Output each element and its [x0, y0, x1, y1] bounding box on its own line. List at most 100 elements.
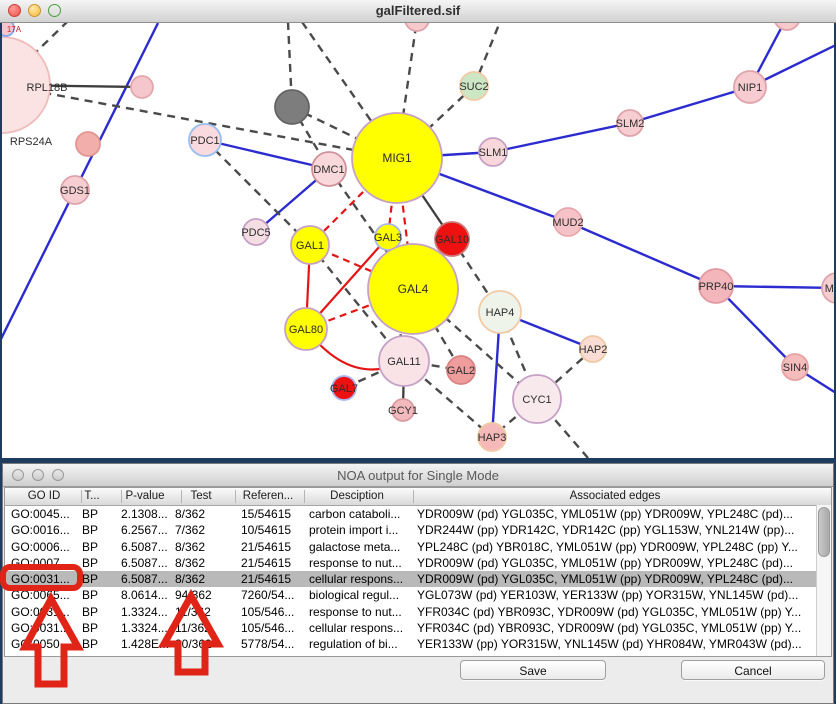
column-separator[interactable]	[121, 490, 122, 503]
cell: 11/362	[175, 621, 211, 635]
cell: 105/546...	[241, 605, 294, 619]
table-row-2[interactable]: GO:0006...BP6.5087...8/36221/54615galact…	[5, 539, 831, 555]
cell: 2.1308...	[121, 507, 168, 521]
cell: 6.2567...	[121, 523, 168, 537]
cell: 21/54615	[241, 556, 291, 570]
desktop: { "network_window": { "title": "galFilte…	[0, 0, 836, 704]
cell: BP	[82, 588, 98, 602]
table-header-row: GO ID T... P-value Test Referen... Desciption…	[5, 488, 831, 506]
node-GRAY[interactable]	[275, 90, 309, 124]
column-separator[interactable]	[413, 490, 414, 503]
cell: YDR244W (pp) YDR142C, YDR142C (pp) YGL15…	[417, 523, 794, 537]
cell: 1.3324...	[121, 621, 168, 635]
cell: 105/546...	[241, 621, 294, 635]
cell: 21/54615	[241, 572, 291, 586]
cell: GO:0007...	[11, 556, 70, 570]
cell: galactose meta...	[309, 540, 400, 554]
column-header-4[interactable]: Referen...	[243, 490, 294, 502]
column-header-2[interactable]: P-value	[126, 490, 165, 502]
column-header-1[interactable]: T...	[84, 490, 99, 502]
node-label-HAP4: HAP4	[486, 307, 515, 319]
cell: BP	[82, 523, 98, 537]
node-label-GAL7: GAL7	[330, 383, 358, 395]
cell: 11/362	[175, 605, 211, 619]
table-row-1[interactable]: GO:0016...BP6.2567...7/36210/54615protei…	[5, 522, 831, 538]
cell: biological regul...	[309, 588, 399, 602]
cell: carbon cataboli...	[309, 507, 400, 521]
node-label-MUD2: MUD2	[552, 217, 583, 229]
node-label-GAL11: GAL11	[387, 356, 420, 368]
node-label-SUC2: SUC2	[459, 81, 488, 93]
cell: BP	[82, 556, 98, 570]
cell: YDR009W (pd) YGL035C, YML051W (pp) YDR00…	[417, 507, 793, 521]
cell: 10/54615	[241, 523, 291, 537]
table-row-7[interactable]: GO:0031... BP 1.3324... 11/362 105/546... cel…	[5, 620, 831, 636]
node-label-GCY1: GCY1	[388, 405, 418, 417]
column-separator[interactable]	[181, 490, 182, 503]
column-header-0[interactable]: GO ID	[28, 490, 61, 502]
cell: response to nut...	[309, 605, 402, 619]
cell: 8/362	[175, 540, 205, 554]
cell: regulation of bi...	[309, 637, 398, 651]
column-header-5[interactable]: Desciption	[330, 490, 384, 502]
node-label-HAP3: HAP3	[478, 432, 507, 444]
cell: YDR009W (pd) YGL035C, YML051W (pp) YDR00…	[417, 556, 793, 570]
cell: protein import i...	[309, 523, 398, 537]
node-label-HAP2: HAP2	[579, 344, 608, 356]
node-label-NIP1: NIP1	[738, 82, 762, 94]
column-separator[interactable]	[304, 490, 305, 503]
cell: GO:0031...	[11, 572, 70, 586]
table-row-3[interactable]: GO:0007...BP6.5087...8/36221/54615respon…	[5, 555, 831, 571]
cell: BP	[82, 621, 98, 635]
node-label-PDC1: PDC1	[190, 135, 219, 147]
column-separator[interactable]	[235, 490, 236, 503]
table-row-8[interactable]: GO:0050...BP1.428E...80/3625778/54...reg…	[5, 636, 831, 652]
cell: 6.5087...	[121, 572, 168, 586]
node-label-GAL4: GAL4	[398, 282, 429, 296]
cell: GO:0045...	[11, 507, 70, 521]
column-header-6[interactable]: Associated edges	[570, 490, 661, 502]
cell: cellular respons...	[309, 621, 403, 635]
cell: GO:0031...	[11, 621, 70, 635]
cell: YFR034C (pd) YBR093C, YDR009W (pd) YGL03…	[417, 621, 801, 635]
cell: BP	[82, 605, 98, 619]
cell: 8/362	[175, 556, 205, 570]
node-label-RPS24A: RPS24A	[10, 136, 53, 148]
column-separator[interactable]	[81, 490, 82, 503]
table-scrollbar[interactable]	[816, 505, 831, 656]
node-label-GAL10: GAL10	[435, 234, 469, 246]
cell: BP	[82, 540, 98, 554]
node-label-CYC1: CYC1	[522, 394, 551, 406]
cell: YER133W (pp) YOR315W, YNL145W (pd) YHR08…	[417, 637, 802, 651]
node-label-RPL18B: RPL18B	[27, 82, 68, 94]
cell: 7260/54...	[241, 588, 294, 602]
table-row-4[interactable]: GO:0031...BP6.5087...8/36221/54615cellul…	[5, 571, 831, 587]
node-label-PDC5: PDC5	[241, 227, 270, 239]
network-window-title: galFiltered.sif	[0, 3, 836, 18]
column-header-3[interactable]: Test	[190, 490, 211, 502]
node-label-GDS1: GDS1	[60, 185, 90, 197]
cell: GO:0006...	[11, 540, 70, 554]
table-body: GO:0045...BP2.1308...8/36215/54615carbon…	[5, 506, 831, 653]
cell: BP	[82, 572, 98, 586]
cell: BP	[82, 637, 98, 651]
scrollbar-thumb[interactable]	[818, 507, 830, 557]
cancel-button[interactable]: Cancel	[681, 660, 825, 680]
noa-window-title: NOA output for Single Mode	[3, 468, 833, 483]
node-RPL18B[interactable]	[131, 76, 153, 98]
cell: 6.5087...	[121, 540, 168, 554]
node-label-SLM1: SLM1	[479, 147, 508, 159]
cell: 1.428E...	[121, 637, 169, 651]
network-canvas[interactable]: 17ARPL18BRPS24APDC1DMC1GDS1MIG1SLM1SLM2S…	[0, 0, 836, 462]
results-table: GO ID T... P-value Test Referen... Desciption…	[4, 487, 832, 657]
node-label-MSN: MSN	[825, 283, 836, 295]
table-row-5[interactable]: GO:0065...BP8.0614...94/3627260/54...bio…	[5, 587, 831, 603]
node-RPS24A[interactable]	[76, 132, 100, 156]
node-label-MIG1: MIG1	[382, 151, 412, 165]
save-button[interactable]: Save	[460, 660, 606, 680]
table-row-0[interactable]: GO:0045...BP2.1308...8/36215/54615carbon…	[5, 506, 831, 522]
cell: 8/362	[175, 507, 205, 521]
noa-window-titlebar: NOA output for Single Mode	[3, 464, 833, 487]
table-row-6[interactable]: GO:0031...BP1.3324...11/362105/546...res…	[5, 604, 831, 620]
cell: cellular respons...	[309, 572, 403, 586]
